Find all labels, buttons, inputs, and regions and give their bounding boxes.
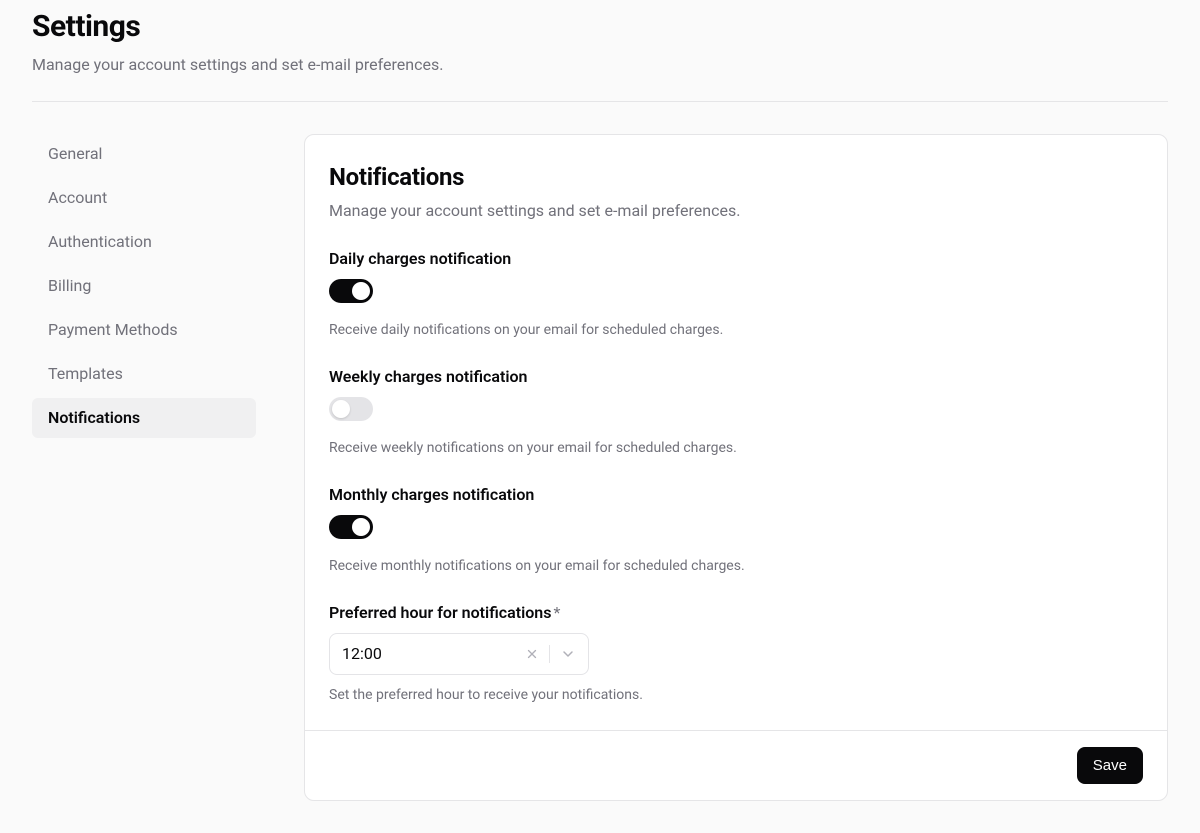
field-monthly-charges: Monthly charges notification Receive mon… — [329, 483, 1143, 577]
sidebar-item-label: Billing — [48, 276, 91, 295]
switch-thumb — [352, 518, 370, 536]
switch-thumb — [352, 282, 370, 300]
sidebar-item-billing[interactable]: Billing — [32, 266, 256, 306]
required-mark: * — [553, 603, 560, 622]
daily-charges-toggle[interactable] — [329, 279, 373, 303]
sidebar-item-label: Account — [48, 188, 107, 207]
card-subtitle: Manage your account settings and set e-m… — [329, 199, 1143, 223]
field-help: Set the preferred hour to receive your n… — [329, 685, 1143, 706]
field-daily-charges: Daily charges notification Receive daily… — [329, 247, 1143, 341]
sidebar-item-templates[interactable]: Templates — [32, 354, 256, 394]
clear-icon[interactable] — [525, 647, 539, 661]
monthly-charges-toggle[interactable] — [329, 515, 373, 539]
field-preferred-hour: Preferred hour for notifications* 12:00 — [329, 601, 1143, 706]
card-footer: Save — [305, 730, 1167, 800]
field-help: Receive daily notifications on your emai… — [329, 320, 1143, 341]
select-value: 12:00 — [342, 642, 525, 666]
sidebar-nav: General Account Authentication Billing P… — [32, 134, 256, 801]
field-help: Receive weekly notifications on your ema… — [329, 438, 1143, 459]
card-title: Notifications — [329, 159, 1143, 195]
page-title: Settings — [32, 4, 1168, 49]
weekly-charges-toggle[interactable] — [329, 397, 373, 421]
sidebar-item-general[interactable]: General — [32, 134, 256, 174]
sidebar-item-account[interactable]: Account — [32, 178, 256, 218]
field-label: Daily charges notification — [329, 247, 1143, 271]
notifications-card: Notifications Manage your account settin… — [304, 134, 1168, 801]
sidebar-item-label: Templates — [48, 364, 123, 383]
field-label: Weekly charges notification — [329, 365, 1143, 389]
select-separator — [549, 645, 550, 663]
preferred-hour-select[interactable]: 12:00 — [329, 633, 589, 675]
sidebar-item-label: Authentication — [48, 232, 152, 251]
settings-header: Settings Manage your account settings an… — [32, 0, 1168, 102]
sidebar-item-label: Notifications — [48, 408, 140, 427]
field-label: Preferred hour for notifications* — [329, 601, 1143, 625]
sidebar-item-payment-methods[interactable]: Payment Methods — [32, 310, 256, 350]
field-label: Monthly charges notification — [329, 483, 1143, 507]
field-help: Receive monthly notifications on your em… — [329, 556, 1143, 577]
sidebar-item-notifications[interactable]: Notifications — [32, 398, 256, 438]
page-subtitle: Manage your account settings and set e-m… — [32, 53, 1168, 77]
save-button[interactable]: Save — [1077, 747, 1143, 784]
switch-thumb — [332, 400, 350, 418]
sidebar-item-label: Payment Methods — [48, 320, 178, 339]
chevron-down-icon[interactable] — [560, 646, 576, 662]
sidebar-item-label: General — [48, 144, 102, 163]
sidebar-item-authentication[interactable]: Authentication — [32, 222, 256, 262]
field-weekly-charges: Weekly charges notification Receive week… — [329, 365, 1143, 459]
